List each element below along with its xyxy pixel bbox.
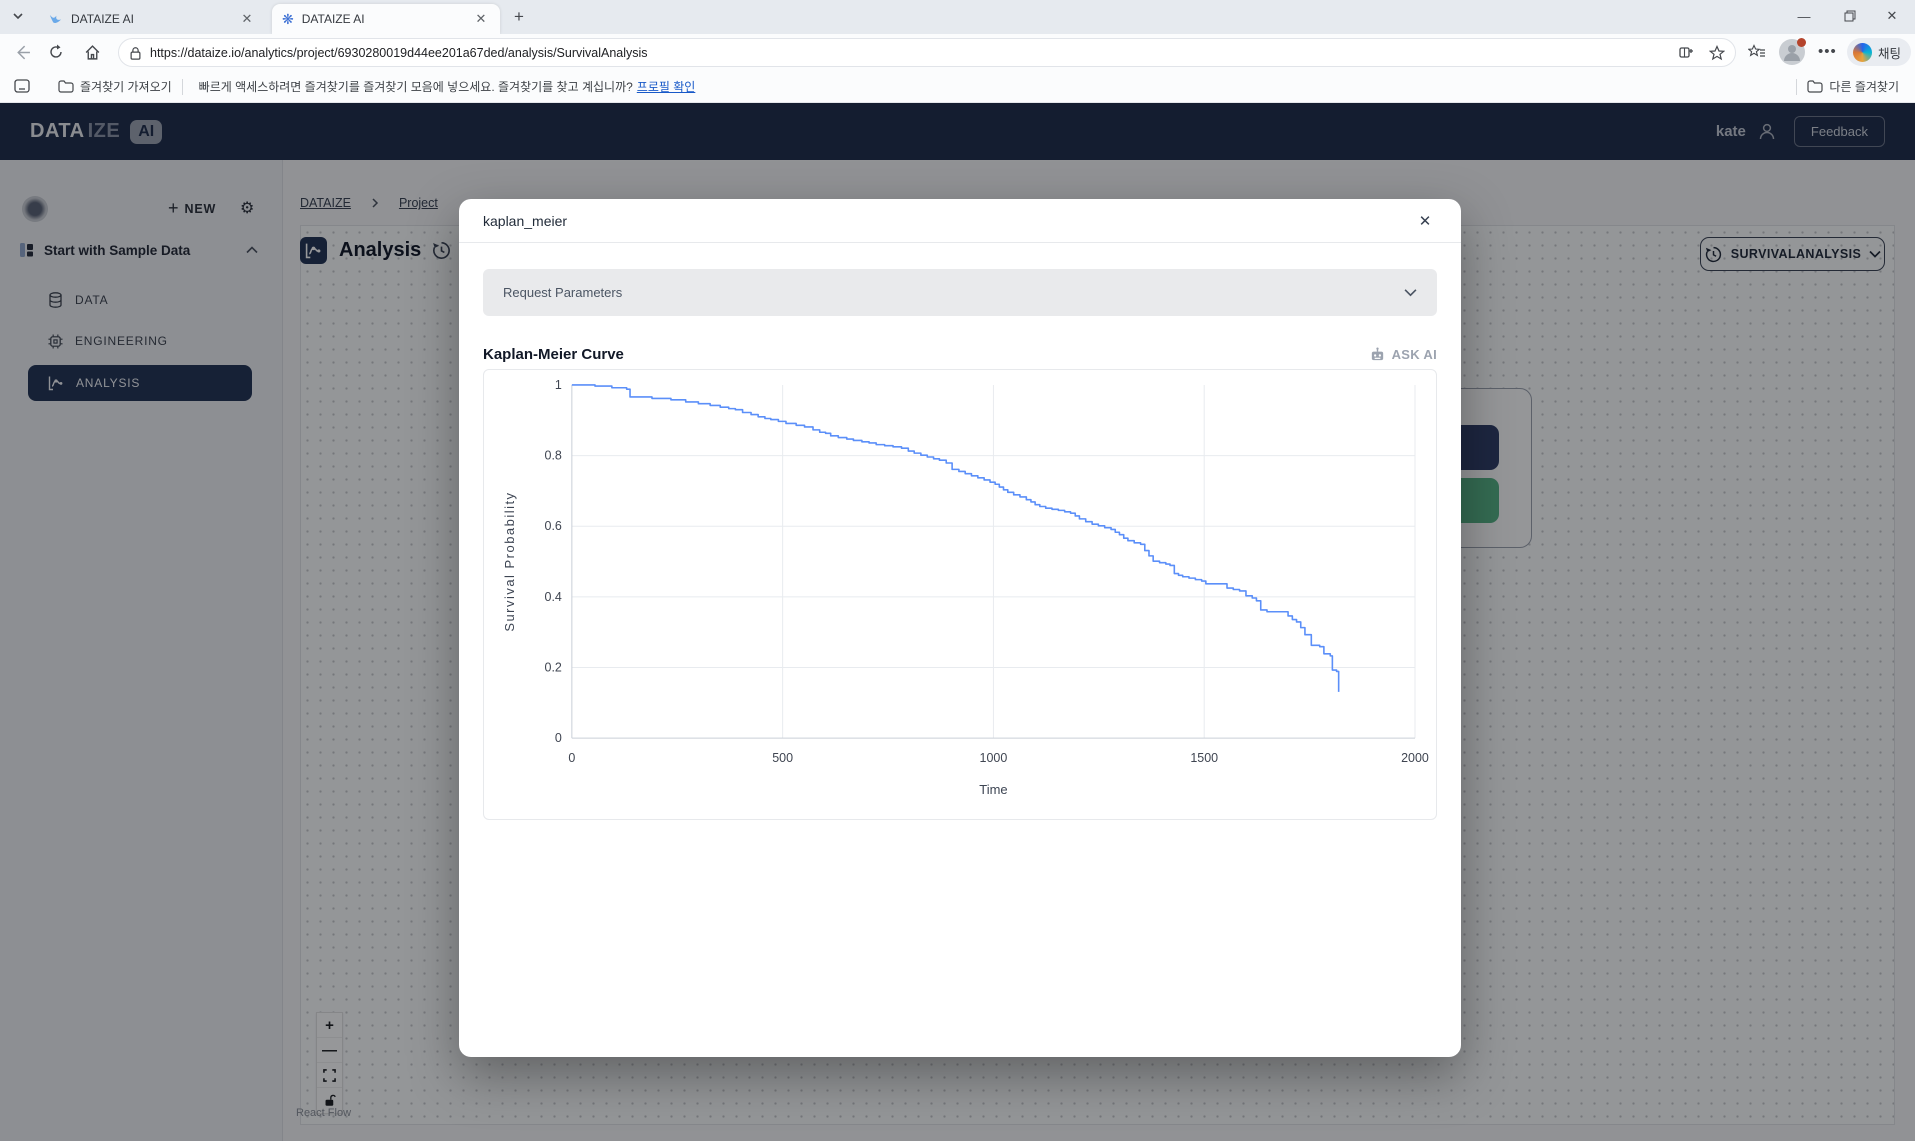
request-parameters-accordion[interactable]: Request Parameters [483, 269, 1437, 316]
survival-curve [572, 385, 1339, 692]
ask-ai-button[interactable]: ASK AI [1369, 346, 1437, 363]
x-axis-title: Time [979, 782, 1007, 797]
tab-close-icon[interactable]: ✕ [238, 10, 256, 28]
window-restore-button[interactable] [1827, 0, 1873, 32]
chevron-down-icon [1404, 288, 1417, 297]
window-minimize-button[interactable]: — [1781, 0, 1827, 32]
tab-title: DATAIZE AI [71, 12, 238, 26]
browser-toolbar: https://dataize.io/analytics/project/693… [0, 34, 1915, 71]
bookmarks-bar: 즐겨찾기 가져오기 빠르게 액세스하려면 즐겨찾기를 즐겨찾기 모음에 넣으세요… [0, 71, 1915, 103]
tab-title: DATAIZE AI [302, 12, 472, 26]
screen: DATAIZE AI ✕ ❋ DATAIZE AI ✕ + — ✕ https:… [0, 0, 1915, 1141]
chart-header: Kaplan-Meier Curve ASK AI [483, 341, 1437, 367]
y-tick-label: 0 [555, 731, 562, 745]
window-close-button[interactable]: ✕ [1869, 0, 1915, 32]
modal-titlebar: kaplan_meier ✕ [459, 199, 1461, 243]
km-chart-svg: 0 500 1000 1500 2000 0 0.2 0.4 0.6 0.8 1 Time Surviv… [484, 370, 1436, 819]
collections-button[interactable] [14, 79, 30, 94]
request-parameters-label: Request Parameters [503, 285, 622, 300]
chevron-down-icon [10, 8, 26, 24]
x-tick-label: 0 [568, 751, 575, 765]
import-favorites-label: 즐겨찾기 가져오기 [80, 78, 172, 95]
x-tick-label: 1500 [1190, 751, 1218, 765]
copilot-icon [1853, 43, 1872, 62]
copilot-label: 채팅 [1878, 43, 1901, 62]
browser-tabstrip: DATAIZE AI ✕ ❋ DATAIZE AI ✕ + — ✕ [0, 0, 1915, 34]
star-list-icon [1748, 44, 1766, 60]
favorites-hint-text: 빠르게 액세스하려면 즐겨찾기를 즐겨찾기 모음에 넣으세요. 즐겨찾기를 찾고… [199, 78, 633, 95]
tab-search-button[interactable] [10, 8, 26, 24]
new-tab-button[interactable]: + [514, 7, 524, 27]
folder-add-icon [58, 79, 74, 94]
import-favorites-button[interactable]: 즐겨찾기 가져오기 [58, 78, 172, 95]
modal-title: kaplan_meier [483, 213, 567, 229]
profile-badge [1797, 38, 1806, 47]
divider [1796, 79, 1797, 95]
browser-profile-avatar[interactable] [1779, 39, 1805, 65]
collections-icon [14, 79, 30, 94]
folder-icon [1807, 79, 1823, 94]
favorite-star-icon[interactable] [1709, 45, 1725, 61]
kaplan-meier-modal: kaplan_meier ✕ Request Parameters Kaplan… [459, 199, 1461, 1057]
other-favorites-label: 다른 즐겨찾기 [1829, 78, 1899, 95]
back-arrow-icon [14, 44, 31, 61]
favorites-bar-button[interactable] [1743, 38, 1771, 66]
modal-close-icon[interactable]: ✕ [1413, 209, 1437, 233]
browser-tab-2-active[interactable]: ❋ DATAIZE AI ✕ [272, 4, 500, 34]
copilot-chat-button[interactable]: 채팅 [1847, 38, 1911, 66]
ask-ai-label: ASK AI [1392, 347, 1437, 362]
browser-menu-button[interactable]: ••• [1818, 43, 1837, 60]
profile-check-link[interactable]: 프로필 확인 [637, 78, 696, 95]
y-tick-label: 0.2 [545, 661, 562, 675]
back-button[interactable] [8, 38, 36, 66]
other-favorites-button[interactable]: 다른 즐겨찾기 [1807, 78, 1899, 95]
divider [182, 79, 183, 95]
kaplan-meier-chart-card: 0 500 1000 1500 2000 0 0.2 0.4 0.6 0.8 1 Time Surviv… [483, 369, 1437, 820]
x-tick-label: 2000 [1401, 751, 1429, 765]
y-axis-title: Survival Probability [502, 491, 517, 631]
robot-icon [1369, 346, 1386, 363]
y-tick-label: 0.4 [545, 590, 562, 604]
restore-icon [1844, 10, 1856, 22]
tab-close-icon[interactable]: ✕ [472, 10, 490, 28]
home-button[interactable] [78, 38, 106, 66]
dataize-bird-favicon [48, 12, 63, 27]
y-tick-label: 1 [555, 378, 562, 392]
dataize-flower-favicon: ❋ [282, 12, 294, 26]
x-tick-label: 1000 [980, 751, 1008, 765]
refresh-icon [48, 44, 64, 60]
y-tick-label: 0.6 [545, 519, 562, 533]
x-tick-label: 500 [772, 751, 793, 765]
refresh-button[interactable] [42, 38, 70, 66]
url-text: https://dataize.io/analytics/project/693… [150, 46, 1679, 60]
browser-tab-1[interactable]: DATAIZE AI ✕ [38, 4, 266, 34]
home-icon [84, 44, 101, 61]
chart-title: Kaplan-Meier Curve [483, 346, 624, 363]
y-tick-label: 0.8 [545, 449, 562, 463]
address-bar[interactable]: https://dataize.io/analytics/project/693… [118, 38, 1736, 67]
lock-icon [129, 46, 142, 60]
split-screen-icon[interactable] [1679, 45, 1695, 61]
